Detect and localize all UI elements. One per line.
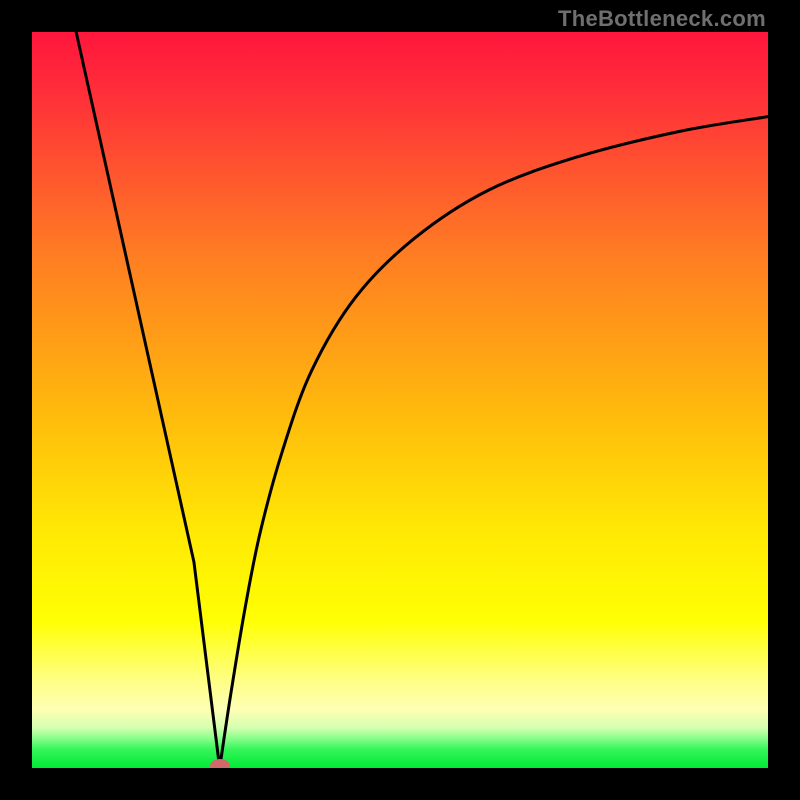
bottleneck-curve [32,32,768,768]
plot-area [32,32,768,768]
watermark-text: TheBottleneck.com [558,6,766,32]
minimum-marker-icon [210,759,230,768]
